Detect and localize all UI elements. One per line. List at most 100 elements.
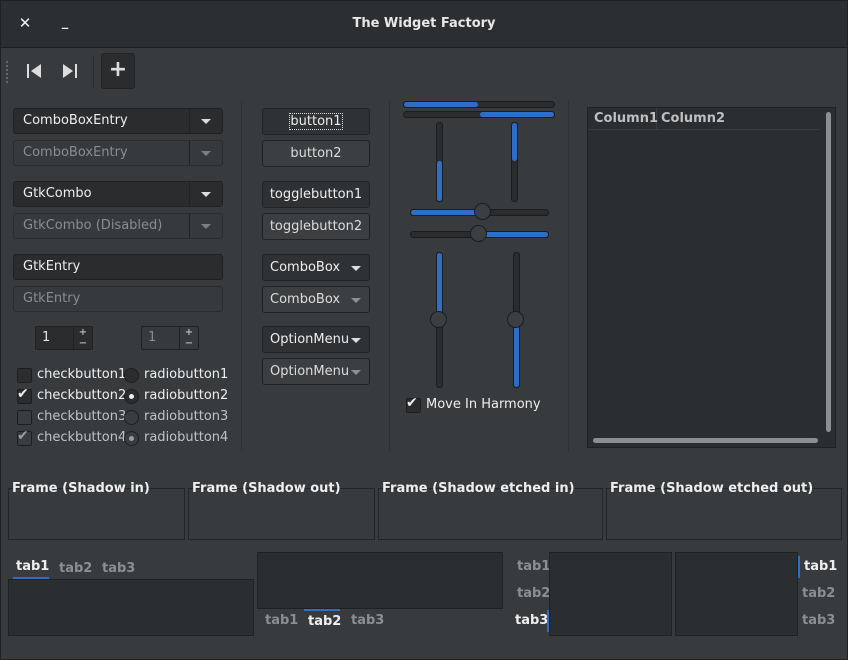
button1-label: button1 xyxy=(289,113,343,130)
notebook4-tab1[interactable]: tab1 xyxy=(804,559,837,574)
radiobutton3-label: radiobutton3 xyxy=(144,409,229,424)
frame-shadow-in-label: Frame (Shadow in) xyxy=(12,481,150,496)
spin-button[interactable]: 1 + − xyxy=(35,326,93,350)
notebook4-active-indicator xyxy=(798,556,800,578)
button2-label: button2 xyxy=(290,146,342,161)
notebook3-tab1[interactable]: tab1 xyxy=(517,559,550,574)
radiobutton2-circle[interactable] xyxy=(124,389,139,404)
gtk-combo[interactable]: GtkCombo xyxy=(13,181,223,207)
gtk-entry-disabled-text: GtkEntry xyxy=(23,291,81,306)
radiobutton4-circle xyxy=(124,431,139,446)
notebook4-page xyxy=(675,552,798,636)
vertical-progress-left-fill xyxy=(437,161,442,201)
chevron-down-icon[interactable] xyxy=(189,109,222,133)
notebook4-tab2[interactable]: tab2 xyxy=(802,586,835,601)
notebook2-tab2[interactable]: tab2 xyxy=(308,614,341,629)
gtk-combo-text: GtkCombo xyxy=(23,186,92,201)
radiobutton3-circle xyxy=(124,410,139,425)
spin-button-disabled: 1 + − xyxy=(141,326,199,350)
column2-header[interactable]: Column2 xyxy=(661,108,811,130)
vertical-progress-left xyxy=(436,122,443,202)
increment-icon[interactable]: + xyxy=(74,327,92,338)
vertical-progress-right xyxy=(511,122,518,202)
notebook3-page xyxy=(549,552,672,636)
chevron-down-icon xyxy=(189,141,222,165)
vertical-scrollbar[interactable] xyxy=(826,112,831,432)
move-in-harmony-box[interactable]: ✔ xyxy=(406,395,421,413)
notebook1-tab3[interactable]: tab3 xyxy=(102,561,135,576)
notebook1-tab1[interactable]: tab1 xyxy=(16,559,49,574)
check-mark-icon: ✔ xyxy=(17,428,29,444)
spin-value: 1 xyxy=(42,330,51,345)
notebook3-tab2[interactable]: tab2 xyxy=(517,586,550,601)
vscale-right-fill xyxy=(514,320,519,387)
tree-view[interactable]: Column1 Column2 xyxy=(587,107,836,448)
notebook2-page xyxy=(257,552,503,609)
radiobutton1-label[interactable]: radiobutton1 xyxy=(144,367,228,382)
move-in-harmony-label[interactable]: Move In Harmony xyxy=(426,397,541,412)
vscale-right-knob[interactable] xyxy=(507,311,524,328)
chevron-down-icon[interactable] xyxy=(189,182,222,206)
checkbutton4-label: checkbutton4 xyxy=(37,430,127,445)
hscale-bottom-knob[interactable] xyxy=(470,225,487,242)
button2: button2 xyxy=(262,140,370,167)
vscale-left-knob[interactable] xyxy=(430,311,447,328)
increment-icon: + xyxy=(184,327,194,338)
notebook4-tab3[interactable]: tab3 xyxy=(802,613,835,628)
notebook2-tab3[interactable]: tab3 xyxy=(351,613,384,628)
progress-bar-top xyxy=(403,101,555,108)
notebook2-tab1[interactable]: tab1 xyxy=(265,613,298,628)
optionmenu-disabled: OptionMenu xyxy=(262,358,370,385)
column1-header[interactable]: Column1 xyxy=(594,108,658,130)
checkbutton2-box[interactable]: ✔ xyxy=(17,386,32,404)
go-last-icon[interactable] xyxy=(55,55,85,87)
checkbutton1-box[interactable] xyxy=(17,368,32,383)
horizontal-scrollbar[interactable] xyxy=(593,438,818,443)
gtk-entry-disabled: GtkEntry xyxy=(13,286,223,312)
go-first-icon[interactable] xyxy=(19,55,49,87)
hscale-bottom-fill xyxy=(480,232,548,237)
notebook1-page xyxy=(8,579,254,636)
hscale-top-fill xyxy=(411,210,483,215)
button1[interactable]: button1 xyxy=(262,108,370,135)
optionmenu-disabled-label: OptionMenu xyxy=(270,364,350,379)
vertical-progress-right-fill xyxy=(512,123,517,161)
notebook2-active-indicator xyxy=(304,609,340,611)
togglebutton1[interactable]: togglebutton1 xyxy=(262,181,370,208)
checkbutton2-label[interactable]: checkbutton2 xyxy=(37,388,126,403)
radiobutton1-circle[interactable] xyxy=(124,368,139,383)
notebook1-tab2[interactable]: tab2 xyxy=(59,561,92,576)
toolbar-grip[interactable] xyxy=(6,61,10,83)
frame-shadow-etched-in-label: Frame (Shadow etched in) xyxy=(382,481,575,496)
togglebutton1-label: togglebutton1 xyxy=(269,187,363,202)
combobox-disabled: ComboBox xyxy=(262,286,370,313)
frame-shadow-out-label: Frame (Shadow out) xyxy=(192,481,341,496)
optionmenu[interactable]: OptionMenu xyxy=(262,326,370,353)
combo-box-entry-disabled-text: ComboBoxEntry xyxy=(23,145,128,160)
column-divider xyxy=(568,101,569,451)
toolbar-separator xyxy=(93,56,94,88)
togglebutton2: togglebutton2 xyxy=(262,213,370,240)
check-mark-icon: ✔ xyxy=(17,386,29,402)
check-mark-icon: ✔ xyxy=(406,395,418,411)
radiobutton2-label[interactable]: radiobutton2 xyxy=(144,388,228,403)
hscale-top-knob[interactable] xyxy=(474,203,491,220)
frame-shadow-etched-out-label: Frame (Shadow etched out) xyxy=(610,481,814,496)
decrement-icon: − xyxy=(184,338,194,349)
combobox-label: ComboBox xyxy=(270,260,341,275)
notebook3-tab3[interactable]: tab3 xyxy=(515,613,548,628)
combo-box-entry[interactable]: ComboBoxEntry xyxy=(13,108,223,134)
combobox[interactable]: ComboBox xyxy=(262,254,370,281)
add-icon[interactable]: + xyxy=(101,53,135,89)
spin-value: 1 xyxy=(148,330,157,345)
checkbutton1-label[interactable]: checkbutton1 xyxy=(37,367,126,382)
radiobutton4-label: radiobutton4 xyxy=(144,430,229,445)
checkbutton3-label: checkbutton3 xyxy=(37,409,127,424)
checkbutton4-box: ✔ xyxy=(17,428,32,446)
gtk-entry-text: GtkEntry xyxy=(23,259,81,274)
combobox-disabled-label: ComboBox xyxy=(270,292,341,307)
gtk-combo-disabled-text: GtkCombo (Disabled) xyxy=(23,218,163,233)
decrement-icon[interactable]: − xyxy=(74,338,92,349)
gtk-entry[interactable]: GtkEntry xyxy=(13,254,223,280)
togglebutton2-label: togglebutton2 xyxy=(269,219,363,234)
